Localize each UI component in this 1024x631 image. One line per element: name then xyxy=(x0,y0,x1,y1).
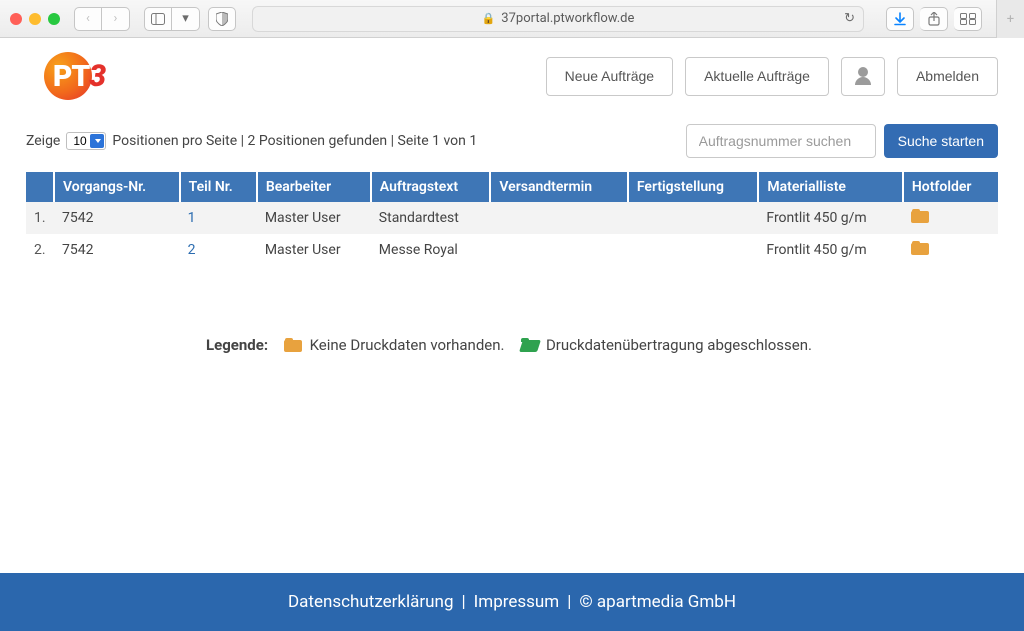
cell-versandtermin xyxy=(490,202,627,234)
cell-auftragstext: Standardtest xyxy=(371,202,491,234)
back-button[interactable]: ‹ xyxy=(74,7,102,31)
footer-privacy-link[interactable]: Datenschutzerklärung xyxy=(288,592,453,612)
logo-badge: PT3 xyxy=(44,52,118,100)
legend-label: Legende: xyxy=(206,336,268,354)
controls-row: Zeige 10 Positionen pro Seite | 2 Positi… xyxy=(0,118,1024,172)
minimize-window-icon[interactable] xyxy=(29,13,41,25)
cell-fertigstellung xyxy=(628,202,759,234)
footer-sep: | xyxy=(567,592,571,612)
tabs-icon xyxy=(960,13,976,25)
cell-vorgang: 7542 xyxy=(54,202,180,234)
cell-materialliste: Frontlit 450 g/m xyxy=(758,202,903,234)
browser-chrome: ‹ › ▾ 🔒 37portal.ptworkflow.de ↻ + xyxy=(0,0,1024,38)
folder-open-icon xyxy=(520,338,538,352)
address-bar[interactable]: 🔒 37portal.ptworkflow.de ↻ xyxy=(252,6,864,32)
sidebar-menu-button[interactable]: ▾ xyxy=(172,7,200,31)
th-bearbeiter[interactable]: Bearbeiter xyxy=(257,172,371,202)
sidebar-toggle-group: ▾ xyxy=(144,7,200,31)
teil-link[interactable]: 1 xyxy=(188,210,196,226)
share-icon xyxy=(928,12,940,26)
search-controls: Suche starten xyxy=(686,124,998,158)
reload-icon[interactable]: ↻ xyxy=(844,11,855,26)
positions-text: Positionen pro Seite | 2 Positionen gefu… xyxy=(112,133,477,149)
cell-idx: 2. xyxy=(26,234,54,266)
window-traffic-lights xyxy=(10,13,60,25)
pagination-info: Zeige 10 Positionen pro Seite | 2 Positi… xyxy=(26,132,477,150)
new-orders-button[interactable]: Neue Aufträge xyxy=(546,57,674,96)
current-orders-button[interactable]: Aktuelle Aufträge xyxy=(685,57,829,96)
chevron-down-icon xyxy=(95,139,101,143)
th-hotfolder[interactable]: Hotfolder xyxy=(903,172,998,202)
cell-versandtermin xyxy=(490,234,627,266)
logout-button[interactable]: Abmelden xyxy=(897,57,998,96)
share-button[interactable] xyxy=(920,7,948,31)
teil-link[interactable]: 2 xyxy=(188,242,196,258)
cell-materialliste: Frontlit 450 g/m xyxy=(758,234,903,266)
forward-button[interactable]: › xyxy=(102,7,130,31)
lock-icon: 🔒 xyxy=(482,12,496,25)
legend-no-data-text: Keine Druckdaten vorhanden. xyxy=(310,336,505,354)
table-header: Vorgangs-Nr. Teil Nr. Bearbeiter Auftrag… xyxy=(26,172,998,202)
search-input[interactable] xyxy=(686,124,876,158)
nav-back-forward: ‹ › xyxy=(74,7,130,31)
orders-table-wrap: Vorgangs-Nr. Teil Nr. Bearbeiter Auftrag… xyxy=(0,172,1024,266)
account-button[interactable] xyxy=(841,57,885,96)
download-icon xyxy=(893,12,907,26)
th-teil[interactable]: Teil Nr. xyxy=(180,172,257,202)
url-text: 37portal.ptworkflow.de xyxy=(501,11,634,26)
folder-closed-icon[interactable] xyxy=(911,241,929,255)
cell-bearbeiter: Master User xyxy=(257,202,371,234)
th-versandtermin[interactable]: Versandtermin xyxy=(490,172,627,202)
app-header: PT3 Neue Aufträge Aktuelle Aufträge Abme… xyxy=(0,38,1024,118)
cell-idx: 1. xyxy=(26,202,54,234)
legend-done: Druckdatenübertragung abgeschlossen. xyxy=(520,336,812,354)
cell-bearbeiter: Master User xyxy=(257,234,371,266)
user-icon xyxy=(855,67,871,83)
cell-fertigstellung xyxy=(628,234,759,266)
page-size-select-wrap[interactable]: 10 xyxy=(66,132,106,150)
th-fertigstellung[interactable]: Fertigstellung xyxy=(628,172,759,202)
footer: Datenschutzerklärung | Impressum | © apa… xyxy=(0,573,1024,631)
footer-copyright: © apartmedia GmbH xyxy=(579,592,736,612)
logo-3: 3 xyxy=(89,59,105,94)
folder-closed-icon[interactable] xyxy=(911,209,929,223)
cell-auftragstext: Messe Royal xyxy=(371,234,491,266)
logo-text: PT3 xyxy=(53,59,105,94)
tabs-button[interactable] xyxy=(954,7,982,31)
fullscreen-window-icon[interactable] xyxy=(48,13,60,25)
close-window-icon[interactable] xyxy=(10,13,22,25)
th-idx xyxy=(26,172,54,202)
chrome-right-buttons xyxy=(880,7,982,31)
legend: Legende: Keine Druckdaten vorhanden. Dru… xyxy=(0,336,1024,354)
footer-sep: | xyxy=(462,592,466,612)
logo[interactable]: PT3 xyxy=(44,52,118,100)
table-row: 2.7542 2 Master UserMesse Royal Frontlit 45… xyxy=(26,234,998,266)
shield-icon xyxy=(216,12,228,26)
cell-teil: 2 xyxy=(180,234,257,266)
new-tab-button[interactable]: + xyxy=(996,0,1024,38)
logo-pt: PT xyxy=(53,59,89,94)
legend-done-text: Druckdatenübertragung abgeschlossen. xyxy=(546,336,812,354)
cell-teil: 1 xyxy=(180,202,257,234)
th-materialliste[interactable]: Materialliste xyxy=(758,172,903,202)
sidebar-toggle-button[interactable] xyxy=(144,7,172,31)
sidebar-icon xyxy=(151,13,165,25)
th-auftragstext[interactable]: Auftragstext xyxy=(371,172,491,202)
legend-no-data: Keine Druckdaten vorhanden. xyxy=(284,336,508,354)
show-label: Zeige xyxy=(26,133,60,149)
footer-impressum-link[interactable]: Impressum xyxy=(474,592,560,612)
search-button[interactable]: Suche starten xyxy=(884,124,998,158)
cell-hotfolder xyxy=(903,202,998,234)
cell-vorgang: 7542 xyxy=(54,234,180,266)
downloads-button[interactable] xyxy=(886,7,914,31)
table-body: 1.7542 1 Master UserStandardtest Frontlit 4… xyxy=(26,202,998,266)
header-buttons: Neue Aufträge Aktuelle Aufträge Abmelden xyxy=(546,57,998,96)
cell-hotfolder xyxy=(903,234,998,266)
orders-table: Vorgangs-Nr. Teil Nr. Bearbeiter Auftrag… xyxy=(26,172,998,266)
table-row: 1.7542 1 Master UserStandardtest Frontlit 4… xyxy=(26,202,998,234)
shield-button[interactable] xyxy=(208,7,236,31)
folder-closed-icon xyxy=(284,338,302,352)
th-vorgang[interactable]: Vorgangs-Nr. xyxy=(54,172,180,202)
